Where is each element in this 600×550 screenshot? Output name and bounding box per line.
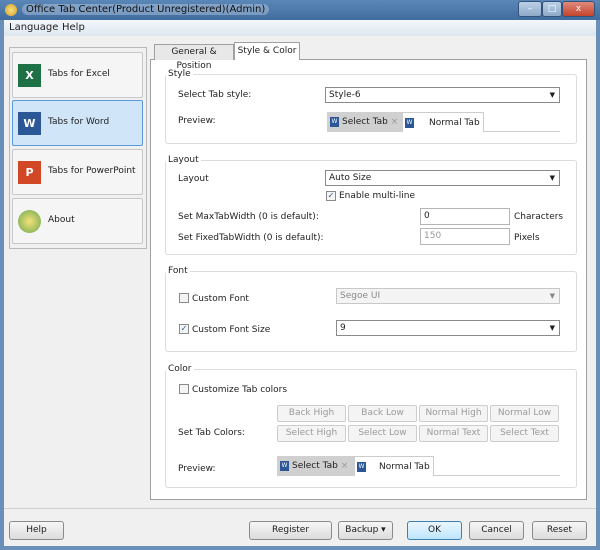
word-icon: W: [18, 112, 41, 135]
enable-multiline-label: Enable multi-line: [339, 191, 416, 201]
customize-tab-colors-label: Customize Tab colors: [192, 385, 288, 395]
about-icon: [18, 210, 41, 233]
maximize-button[interactable]: □: [542, 1, 562, 17]
preview-normal-tab: Normal Tab: [379, 462, 430, 472]
style-group: [165, 74, 577, 144]
max-unit-label: Characters: [514, 212, 564, 222]
color-group-title: Color: [166, 364, 194, 374]
sidebar-item-about[interactable]: About: [12, 198, 143, 244]
chevron-down-icon: ▼: [549, 292, 555, 300]
sidebar-item-word[interactable]: W Tabs for Word: [12, 100, 143, 146]
layout-label: Layout: [178, 174, 209, 184]
font-select[interactable]: Segoe UI ▼: [336, 288, 560, 304]
font-size-select[interactable]: 9 ▼: [336, 320, 560, 336]
tab-style-select[interactable]: Style-6 ▼: [325, 87, 560, 103]
powerpoint-icon: P: [18, 161, 41, 184]
window-title: Office Tab Center(Product Unregistered)(…: [22, 4, 270, 15]
chevron-down-icon: ▼: [549, 324, 555, 332]
close-button[interactable]: x: [562, 1, 595, 17]
select-tab-style-label: Select Tab style:: [178, 90, 252, 100]
tab-general-position[interactable]: General & Position: [154, 44, 234, 71]
normal-text-button[interactable]: Normal Text: [419, 425, 488, 442]
customize-tab-colors-checkbox[interactable]: [179, 384, 189, 394]
chevron-down-icon: ▼: [549, 174, 555, 182]
cancel-button[interactable]: Cancel: [469, 521, 524, 540]
custom-font-size-label: Custom Font Size: [192, 325, 271, 335]
word-icon: W: [330, 116, 339, 127]
menu-bar: [4, 20, 596, 36]
font-group: [165, 271, 577, 352]
font-group-title: Font: [166, 266, 190, 276]
layout-select[interactable]: Auto Size ▼: [325, 170, 560, 186]
custom-font-size-checkbox[interactable]: ✓: [179, 324, 189, 334]
max-tab-width-input[interactable]: 0: [420, 208, 510, 225]
select-text-button[interactable]: Select Text: [490, 425, 559, 442]
close-icon: ×: [390, 117, 399, 127]
chevron-down-icon: ▾: [381, 525, 386, 535]
back-high-button[interactable]: Back High: [277, 405, 346, 422]
style-group-title: Style: [166, 69, 193, 79]
tab-style-color[interactable]: Style & Color: [234, 42, 300, 60]
reset-button[interactable]: Reset: [532, 521, 587, 540]
color-preview: W Select Tab × W Normal Tab: [277, 456, 560, 476]
sidebar-item-label: Tabs for PowerPoint: [48, 166, 136, 176]
select-high-button[interactable]: Select High: [277, 425, 346, 442]
chevron-down-icon: ▼: [549, 91, 555, 99]
menu-help[interactable]: Help: [62, 22, 85, 33]
sidebar-item-powerpoint[interactable]: P Tabs for PowerPoint: [12, 149, 143, 195]
preview-select-tab: Select Tab: [342, 117, 388, 127]
normal-high-button[interactable]: Normal High: [419, 405, 488, 422]
color-preview-label: Preview:: [178, 464, 216, 474]
sidebar-item-label: Tabs for Word: [48, 117, 110, 127]
normal-low-button[interactable]: Normal Low: [490, 405, 559, 422]
backup-button[interactable]: Backup ▾: [338, 521, 393, 540]
footer-divider: [4, 508, 596, 509]
back-low-button[interactable]: Back Low: [348, 405, 417, 422]
help-button[interactable]: Help: [9, 521, 64, 540]
excel-icon: X: [18, 64, 41, 87]
fixed-tab-width-label: Set FixedTabWidth (0 is default):: [178, 233, 324, 243]
word-icon: W: [405, 117, 414, 128]
sidebar-item-excel[interactable]: X Tabs for Excel: [12, 52, 143, 98]
app-icon: [5, 4, 17, 16]
style-preview: W Select Tab × W Normal Tab: [327, 112, 560, 132]
custom-font-label: Custom Font: [192, 294, 249, 304]
ok-button[interactable]: OK: [407, 521, 462, 540]
menu-language[interactable]: Language: [9, 22, 58, 33]
sidebar-item-label: Tabs for Excel: [48, 69, 110, 79]
fixed-tab-width-input[interactable]: 150: [420, 228, 510, 245]
register-button[interactable]: Register: [249, 521, 332, 540]
word-icon: W: [280, 460, 289, 471]
word-icon: W: [357, 461, 366, 472]
max-tab-width-label: Set MaxTabWidth (0 is default):: [178, 212, 319, 222]
set-tab-colors-label: Set Tab Colors:: [178, 428, 245, 438]
preview-normal-tab: Normal Tab: [429, 118, 480, 128]
minimize-button[interactable]: –: [518, 1, 542, 17]
fixed-unit-label: Pixels: [514, 233, 540, 243]
layout-group-title: Layout: [166, 155, 201, 165]
select-low-button[interactable]: Select Low: [348, 425, 417, 442]
close-icon: ×: [340, 461, 349, 471]
custom-font-checkbox[interactable]: [179, 293, 189, 303]
sidebar-item-label: About: [48, 215, 75, 225]
enable-multiline-checkbox[interactable]: ✓: [326, 191, 336, 201]
preview-label: Preview:: [178, 116, 216, 126]
preview-select-tab: Select Tab: [292, 461, 338, 471]
